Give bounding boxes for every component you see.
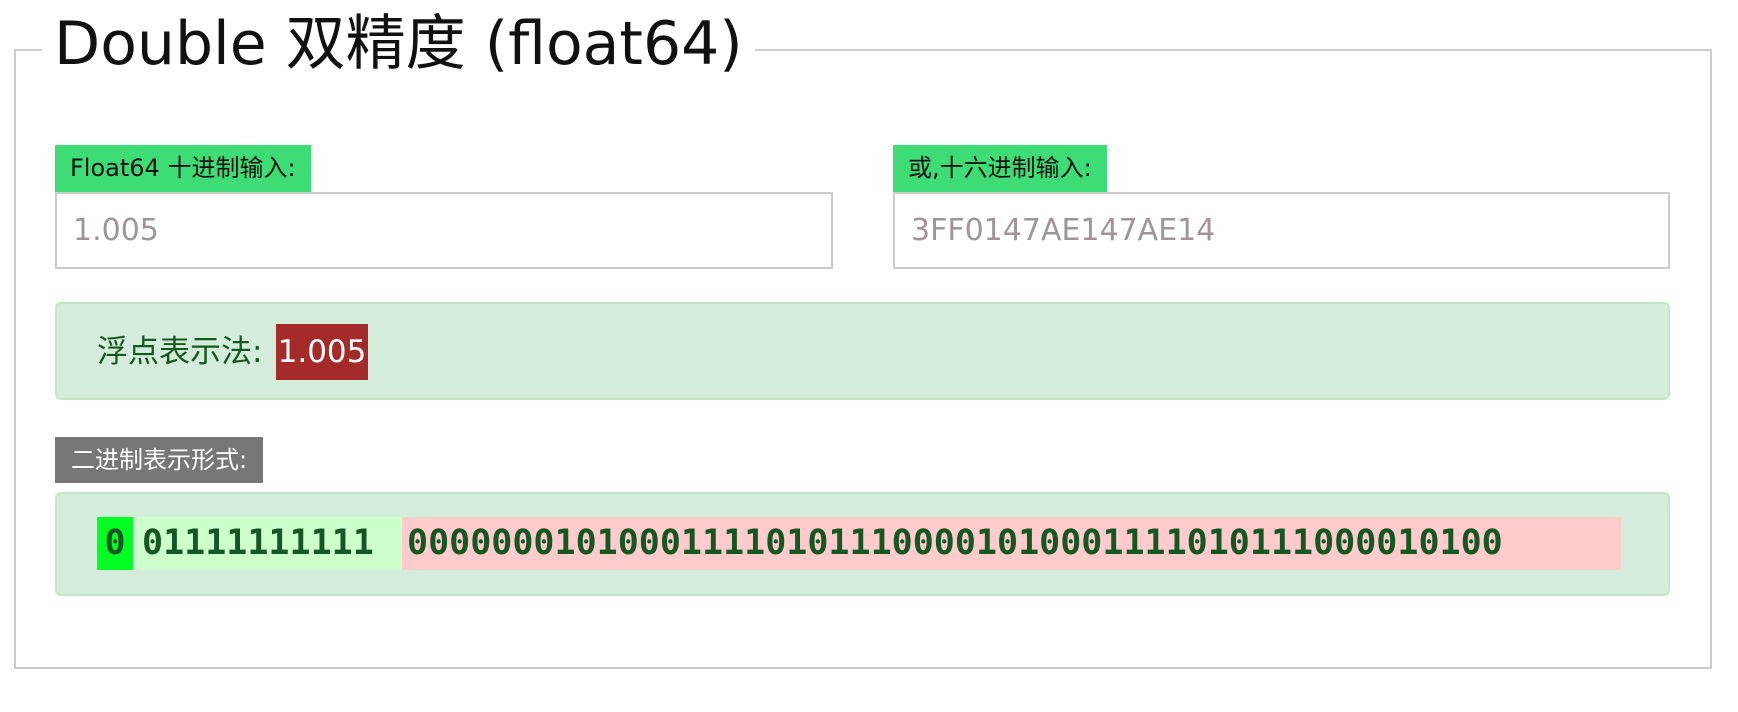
float-representation-label: 浮点表示法:: [97, 334, 263, 370]
float-representation-value: 1.005: [276, 324, 368, 380]
sign-bit: 0: [97, 517, 133, 570]
exponent-bits: 01111111111: [137, 517, 402, 570]
binary-representation-label: 二进制表示形式:: [55, 437, 264, 483]
mantissa-bits: 0000000101000111101011100001010001111010…: [402, 517, 1621, 570]
hex-input[interactable]: 3FF0147AE147AE14: [893, 192, 1670, 269]
binary-bits: 0 01111111111 00000001010001111010111000…: [97, 517, 1621, 570]
decimal-input-label: Float64 十进制输入:: [55, 145, 311, 192]
hex-input-label: 或,十六进制输入:: [893, 145, 1107, 192]
float-representation-panel: 浮点表示法: 1.005: [55, 302, 1670, 400]
binary-representation-panel: 0 01111111111 00000001010001111010111000…: [55, 492, 1670, 596]
decimal-input[interactable]: 1.005: [55, 192, 833, 269]
section-title: Double 双精度 (float64): [42, 4, 755, 84]
